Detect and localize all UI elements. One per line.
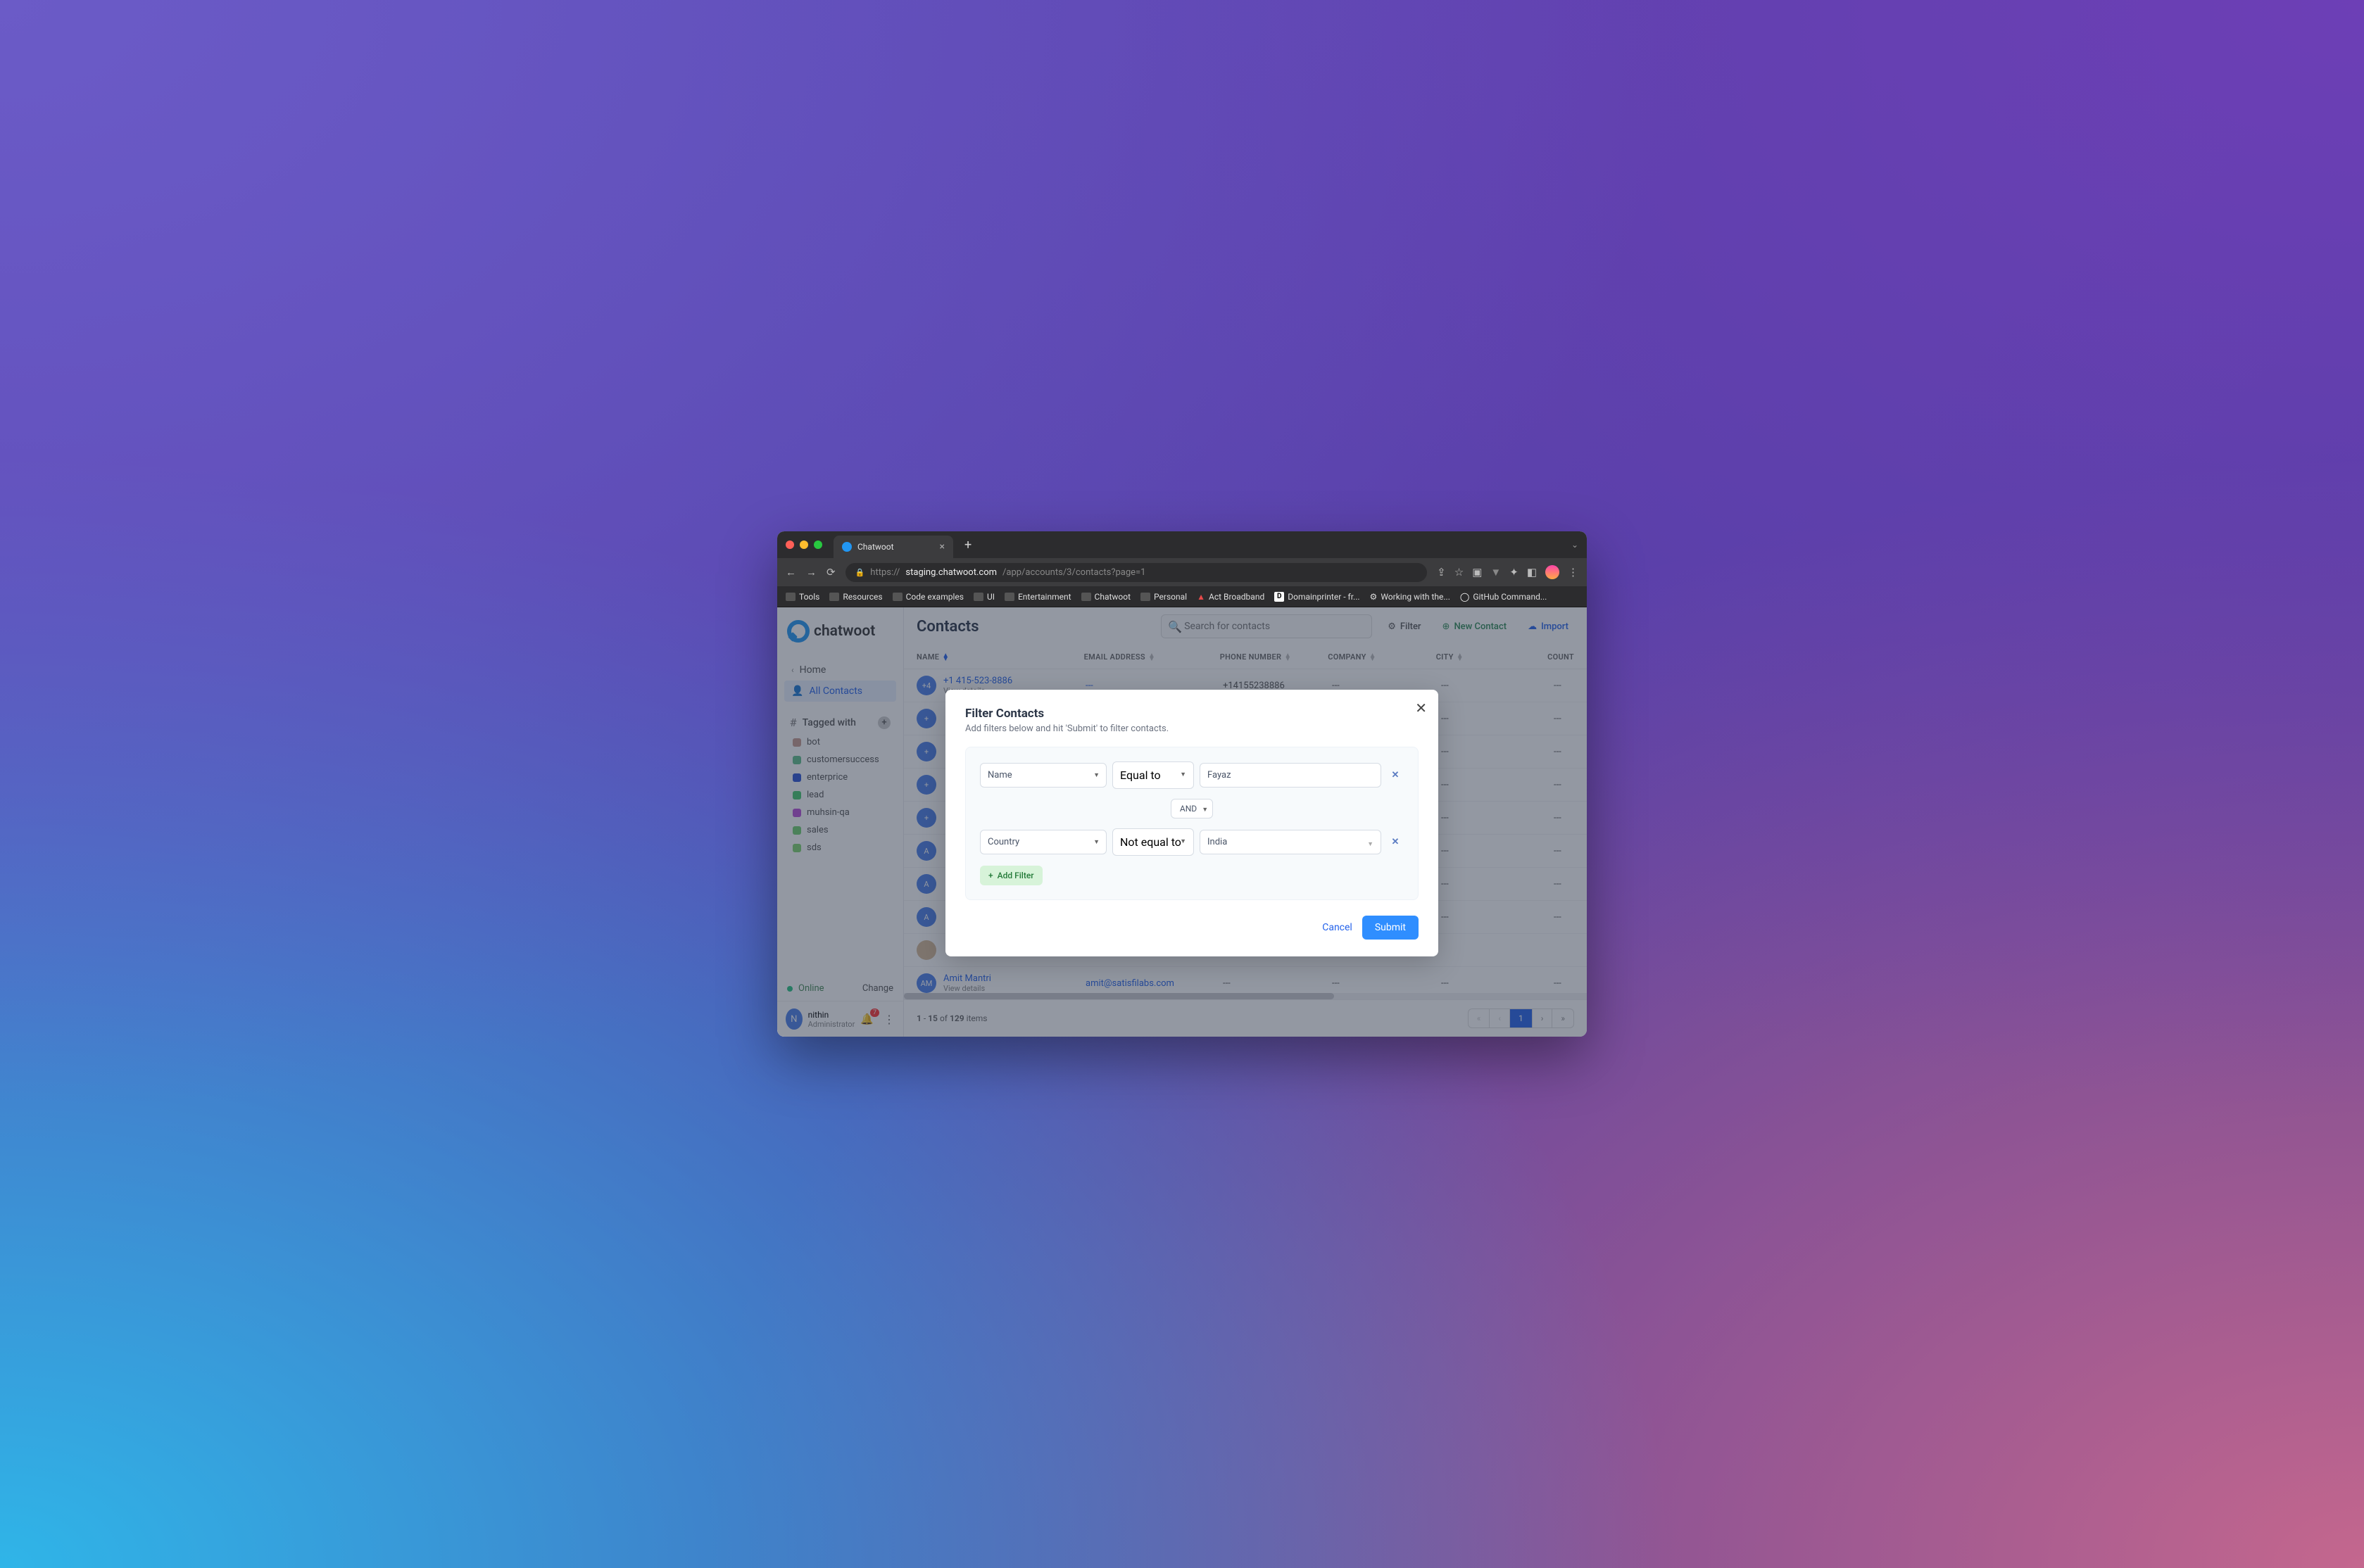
panel-icon[interactable]: ◧ [1527,566,1537,578]
joiner-select[interactable]: AND▼ [1171,799,1213,818]
forward-icon[interactable]: → [806,566,817,578]
bookmark-item[interactable]: Resources [829,592,882,602]
bookmark-item[interactable]: Entertainment [1005,592,1071,602]
chevron-down-icon: ▼ [1093,838,1100,846]
bookmark-item[interactable]: Code examples [893,592,964,602]
modal-actions: Cancel Submit [965,916,1419,940]
address-bar[interactable]: 🔒 https:// staging.chatwoot.com/app/accou… [845,563,1428,582]
profile-avatar-icon[interactable] [1545,565,1559,579]
close-window-icon[interactable] [786,540,794,549]
filter-attribute-select[interactable]: Name▼ [980,763,1107,788]
folder-icon [1005,593,1014,601]
folder-icon [786,593,796,601]
maximize-window-icon[interactable] [814,540,822,549]
folder-icon [829,593,839,601]
chevron-down-icon: ▼ [1202,806,1208,814]
back-icon[interactable]: ← [786,566,796,578]
bookmarks-bar: Tools Resources Code examples UI Enterta… [777,586,1587,607]
filter-operator-select[interactable]: Equal to▼ [1112,761,1194,789]
browser-toolbar-icons: ⇪ ☆ ▣ ▼ ✦ ◧ ⋮ [1437,565,1578,579]
bookmark-item[interactable]: Personal [1140,592,1187,602]
cancel-button[interactable]: Cancel [1322,922,1352,933]
browser-menu-icon[interactable]: ⋮ [1568,566,1578,578]
filter-value-select[interactable]: India▼ [1200,830,1381,854]
new-tab-icon[interactable]: + [964,538,972,552]
filter-row: Name▼ Equal to▼ ✕ [980,761,1404,789]
reload-icon[interactable]: ⟳ [826,566,836,578]
url-host: staging.chatwoot.com [905,567,997,578]
traffic-lights [786,540,822,549]
minimize-window-icon[interactable] [800,540,808,549]
url-path: /app/accounts/3/contacts?page=1 [1002,567,1145,578]
bookmark-item[interactable]: Chatwoot [1081,592,1131,602]
remove-filter-icon[interactable]: ✕ [1387,837,1404,847]
share-icon[interactable]: ⇪ [1437,566,1446,578]
pip-icon[interactable]: ▣ [1472,566,1482,578]
chevron-down-icon[interactable]: ⌄ [1571,540,1578,550]
chevron-down-icon: ▼ [1093,771,1100,779]
bookmark-favicon-icon: D [1274,592,1284,602]
folder-icon [1140,593,1150,601]
filter-joiner: AND▼ [980,799,1404,818]
bookmark-item[interactable]: Tools [786,592,819,602]
bookmark-favicon-icon: ⚙ [1370,592,1378,602]
app-root: chatwoot ‹ Home 👤 All Contacts # Tagged … [777,607,1587,1037]
bookmark-item[interactable]: ◯GitHub Command... [1460,592,1547,602]
add-filter-button[interactable]: + Add Filter [980,866,1043,885]
window-titlebar: Chatwoot × + ⌄ [777,531,1587,558]
add-filter-label: Add Filter [998,871,1034,880]
star-icon[interactable]: ☆ [1454,566,1464,578]
address-bar-row: ← → ⟳ 🔒 https:// staging.chatwoot.com/app… [777,558,1587,586]
remove-filter-icon[interactable]: ✕ [1387,770,1404,780]
bookmark-item[interactable]: UI [974,592,995,602]
filter-value-text[interactable] [1200,763,1381,788]
lock-icon: 🔒 [855,568,865,577]
github-icon: ◯ [1460,592,1469,602]
chevron-down-icon: ▼ [1180,837,1186,845]
filter-container: Name▼ Equal to▼ ✕ AND▼ Country▼ [965,747,1419,900]
extensions-icon[interactable]: ✦ [1509,566,1519,578]
url-scheme: https:// [870,567,900,578]
tab-title: Chatwoot [857,542,894,552]
folder-icon [893,593,903,601]
close-icon[interactable]: ✕ [1415,700,1427,716]
filter-modal: ✕ Filter Contacts Add filters below and … [945,690,1438,956]
browser-tab[interactable]: Chatwoot × [834,536,953,558]
filter-attribute-select[interactable]: Country▼ [980,830,1107,854]
browser-window: Chatwoot × + ⌄ ← → ⟳ 🔒 https:// staging.c… [777,531,1587,1037]
bookmark-item[interactable]: ▲Act Broadband [1197,592,1264,602]
modal-title: Filter Contacts [965,707,1419,721]
close-tab-icon[interactable]: × [940,541,945,552]
favicon-icon [842,542,852,552]
bookmark-item[interactable]: DDomainprinter - fr... [1274,592,1359,602]
plus-icon: + [988,871,993,880]
bookmark-item[interactable]: ⚙Working with the... [1370,592,1450,602]
submit-button[interactable]: Submit [1362,916,1419,940]
folder-icon [974,593,983,601]
chevron-down-icon: ▼ [1180,771,1186,778]
filter-row: Country▼ Not equal to▼ India▼ ✕ [980,828,1404,856]
filter-operator-select[interactable]: Not equal to▼ [1112,828,1194,856]
folder-icon [1081,593,1091,601]
modal-subtitle: Add filters below and hit 'Submit' to fi… [965,723,1419,734]
extension-vue-icon[interactable]: ▼ [1490,566,1501,578]
chevron-down-icon: ▼ [1367,840,1373,848]
bookmark-favicon-icon: ▲ [1197,592,1205,602]
filter-value-input [1200,763,1381,788]
